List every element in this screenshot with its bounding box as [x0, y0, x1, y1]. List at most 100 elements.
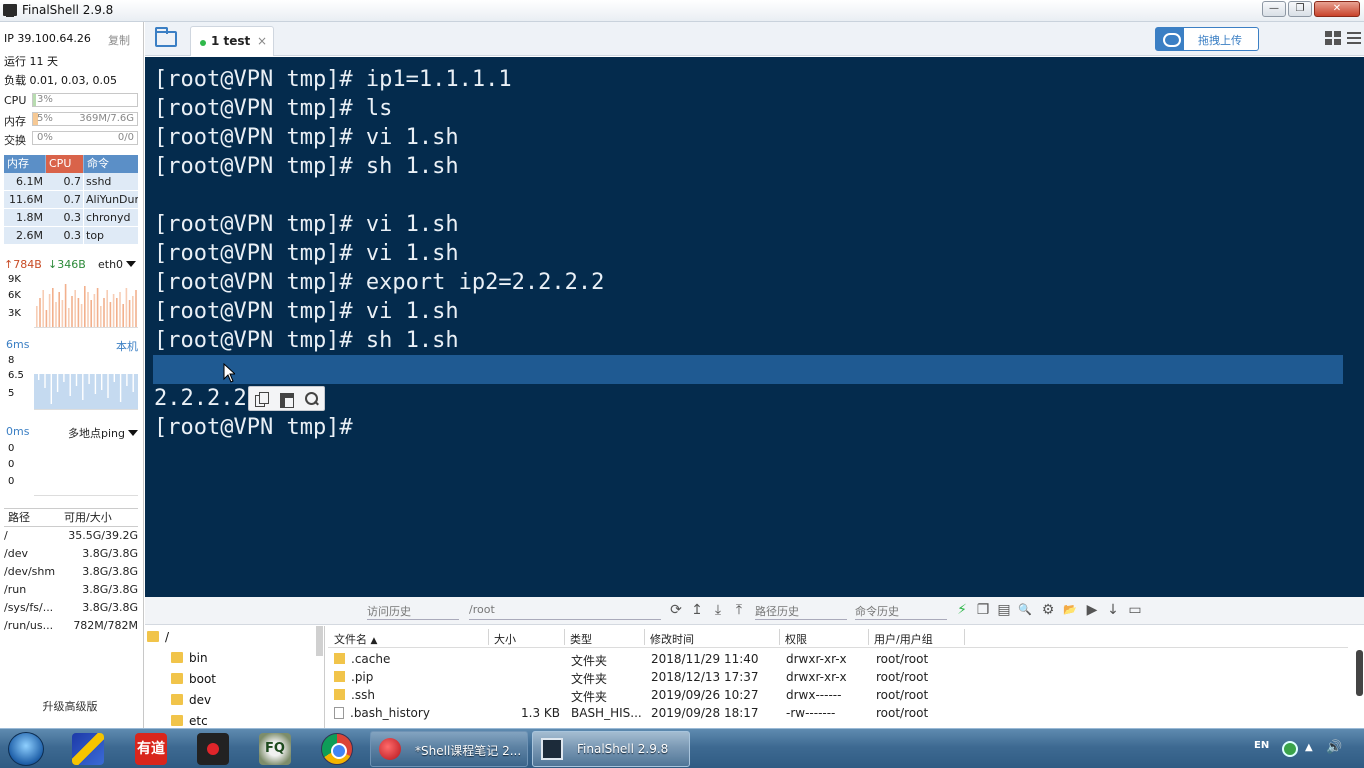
start-button[interactable]: [8, 732, 44, 766]
taskbar-item-shell-notes[interactable]: *Shell课程笔记 2...: [370, 731, 528, 767]
visit-history-input[interactable]: 访问历史: [367, 603, 459, 620]
process-header-cmd[interactable]: 命令: [84, 155, 138, 173]
path-input[interactable]: /root: [469, 603, 661, 620]
copy-icon[interactable]: ❐: [975, 602, 991, 618]
copy-icon[interactable]: [254, 391, 270, 407]
process-row[interactable]: 1.8M 0.3 chronyd: [4, 209, 138, 227]
process-row[interactable]: 2.6M 0.3 top: [4, 227, 138, 245]
chrome-icon[interactable]: [321, 733, 353, 765]
refresh-icon[interactable]: ⟳: [668, 602, 684, 618]
paste-icon[interactable]: [279, 391, 295, 408]
process-row[interactable]: 11.6M 0.7 AliYunDun: [4, 191, 138, 209]
upgrade-link[interactable]: 升级高级版: [0, 698, 140, 714]
layout-grid-icon[interactable]: [1325, 31, 1341, 45]
column-divider[interactable]: [964, 629, 965, 645]
tree-item[interactable]: bin: [171, 651, 208, 665]
paste-icon[interactable]: ▤: [996, 602, 1012, 618]
folder-icon[interactable]: [155, 27, 177, 47]
latency-value: 6ms: [6, 338, 30, 351]
net-bar: [68, 308, 70, 327]
disk-size: 3.8G/3.8G: [82, 583, 138, 596]
file-type: BASH_HIS...: [571, 706, 642, 720]
taskbar-item-finalshell[interactable]: FinalShell 2.9.8: [532, 731, 690, 767]
window-icon[interactable]: ▭: [1127, 602, 1143, 618]
column-divider[interactable]: [564, 629, 565, 645]
feiq-app-icon[interactable]: FQ: [259, 733, 291, 765]
col-header-mtime[interactable]: 修改时间: [650, 631, 694, 647]
server-status-panel: IP 39.100.64.26 复制 运行 11 天 负载 0.01, 0.03…: [0, 22, 144, 728]
copy-ip-button[interactable]: 复制: [108, 32, 130, 48]
windows-taskbar: 有道 FQ *Shell课程笔记 2... FinalShell 2.9.8 E…: [0, 728, 1364, 768]
file-row[interactable]: .bash_history 1.3 KB BASH_HIS... 2019/09…: [328, 704, 1348, 722]
search-icon[interactable]: 🔍: [1017, 602, 1033, 618]
lightning-icon[interactable]: ⚡: [954, 602, 970, 618]
maximize-button[interactable]: ❐: [1288, 1, 1312, 17]
menu-icon[interactable]: [1347, 32, 1361, 44]
process-header-mem[interactable]: 内存: [4, 155, 46, 173]
file-row[interactable]: .ssh 文件夹 2019/09/26 10:27 drwx------ roo…: [328, 686, 1348, 704]
tree-item[interactable]: boot: [171, 672, 216, 686]
input-language[interactable]: EN: [1254, 740, 1269, 751]
network-status-icon[interactable]: [1282, 741, 1298, 757]
tab-session-test[interactable]: 1 test ×: [190, 26, 274, 56]
folder-icon: [171, 652, 183, 663]
interface-select[interactable]: eth0: [98, 258, 137, 271]
tree-scrollbar[interactable]: [316, 626, 323, 656]
show-hidden-icons-icon[interactable]: ▲: [1305, 742, 1313, 753]
close-button[interactable]: ✕: [1314, 1, 1360, 17]
upload-icon[interactable]: ⤒: [731, 602, 747, 618]
net-bar: [135, 290, 137, 327]
folder-icon: [334, 671, 345, 682]
disk-row: /run 3.8G/3.8G: [4, 581, 138, 599]
column-divider[interactable]: [779, 629, 780, 645]
column-divider[interactable]: [644, 629, 645, 645]
download-icon[interactable]: ⤓: [710, 602, 726, 618]
screen-recorder-icon[interactable]: [197, 733, 229, 765]
net-bar: [132, 296, 134, 327]
terminal-line: [root@VPN tmp]# vi 1.sh: [154, 299, 459, 324]
youdao-app-icon[interactable]: 有道: [135, 733, 167, 765]
file-perm: drwxr-xr-x: [786, 670, 847, 684]
tab-close-icon[interactable]: ×: [257, 34, 267, 48]
arrow-down-icon[interactable]: ↓: [1105, 602, 1121, 618]
column-divider[interactable]: [488, 629, 489, 645]
tree-item[interactable]: etc: [171, 714, 208, 728]
directory-tree: / bin boot dev etc: [145, 626, 325, 728]
folder-open-icon[interactable]: 📂: [1062, 602, 1078, 618]
file-list-header: 文件名 ▲ 大小 类型 修改时间 权限 用户/用户组: [328, 626, 1348, 648]
file-row[interactable]: .pip 文件夹 2018/12/13 17:37 drwxr-xr-x roo…: [328, 668, 1348, 686]
col-header-size[interactable]: 大小: [494, 631, 516, 647]
play-icon[interactable]: ▶: [1084, 602, 1100, 618]
col-header-type[interactable]: 类型: [570, 631, 592, 647]
col-header-owner[interactable]: 用户/用户组: [874, 631, 933, 647]
broom-app-icon[interactable]: [72, 733, 104, 765]
search-icon[interactable]: [304, 391, 320, 407]
tree-item[interactable]: dev: [171, 693, 211, 707]
col-header-perm[interactable]: 权限: [785, 631, 807, 647]
minimize-button[interactable]: —: [1262, 1, 1286, 17]
tree-item-root[interactable]: /: [147, 630, 169, 644]
col-header-name[interactable]: 文件名 ▲: [334, 631, 377, 647]
column-divider[interactable]: [868, 629, 869, 645]
net-bar: [84, 286, 86, 327]
file-row[interactable]: .cache 文件夹 2018/11/29 11:40 drwxr-xr-x r…: [328, 650, 1348, 668]
process-table-header: 内存 CPU 命令: [4, 155, 138, 173]
drag-upload-button[interactable]: 拖拽上传: [1155, 27, 1259, 51]
command-history-input[interactable]: 命令历史: [855, 603, 947, 620]
parent-dir-icon[interactable]: ↥: [689, 602, 705, 618]
volume-icon[interactable]: 🔊: [1326, 740, 1342, 755]
file-list-scrollbar[interactable]: [1356, 650, 1363, 696]
terminal[interactable]: [root@VPN tmp]# ip1=1.1.1.1 [root@VPN tm…: [145, 57, 1364, 597]
path-history-input[interactable]: 路径历史: [755, 603, 847, 620]
process-row[interactable]: 6.1M 0.7 sshd: [4, 173, 138, 191]
folder-icon: [171, 715, 183, 726]
gear-icon[interactable]: ⚙: [1040, 602, 1056, 618]
terminal-line: [root@VPN tmp]# ls: [154, 96, 393, 121]
process-header-cpu[interactable]: CPU: [46, 155, 84, 173]
mem-usage: 369M/7.6G: [79, 113, 134, 124]
multi-ping-select[interactable]: 多地点ping: [68, 425, 138, 441]
net-axis-label: 6K: [8, 290, 21, 301]
folder-icon: [147, 631, 159, 642]
disk-row: / 35.5G/39.2G: [4, 527, 138, 545]
file-toolbar: 访问历史 /root ⟳ ↥ ⤓ ⤒ 路径历史 命令历史 ⚡ ❐ ▤ 🔍 ⚙ 📂…: [145, 597, 1364, 625]
